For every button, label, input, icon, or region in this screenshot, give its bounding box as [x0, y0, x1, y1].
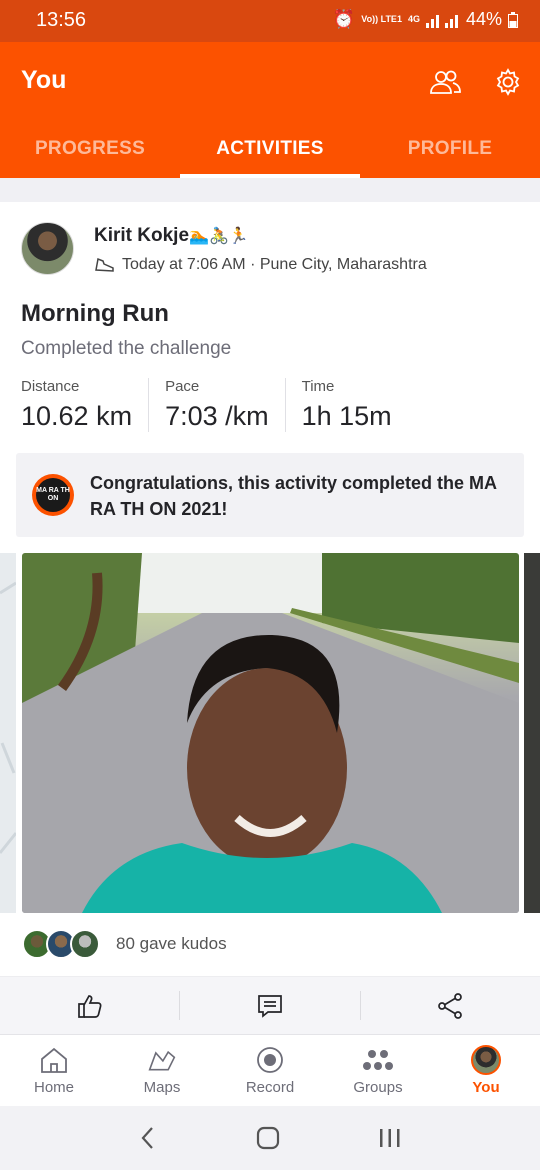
- home-button-icon[interactable]: [255, 1125, 281, 1151]
- map-icon: [147, 1045, 177, 1075]
- tab-bar: PROGRESS ACTIVITIES PROFILE: [0, 128, 540, 178]
- activity-description: Completed the challenge: [21, 338, 232, 359]
- activity-title[interactable]: Morning Run: [21, 300, 169, 328]
- network-label: Vo)) LTE1: [361, 14, 402, 24]
- tab-activities[interactable]: ACTIVITIES: [180, 128, 360, 178]
- tab-progress[interactable]: PROGRESS: [0, 128, 180, 178]
- system-nav-bar: [0, 1106, 540, 1170]
- nav-record[interactable]: Record: [216, 1035, 324, 1106]
- kudos-avatar: [70, 929, 100, 959]
- nav-groups[interactable]: Groups: [324, 1035, 432, 1106]
- gear-icon: [496, 68, 520, 96]
- tab-profile[interactable]: PROFILE: [360, 128, 540, 178]
- record-icon: [255, 1045, 285, 1075]
- recents-icon[interactable]: [378, 1127, 402, 1149]
- page-title: You: [21, 66, 67, 94]
- activity-stats: Distance 10.62 km Pace 7:03 /km Time 1h …: [21, 378, 424, 432]
- challenge-message: Congratulations, this activity completed…: [90, 473, 497, 519]
- activity-actions: [0, 976, 540, 1034]
- feed-divider: [0, 178, 540, 202]
- comment-button[interactable]: [180, 991, 361, 1020]
- athlete-avatar[interactable]: [21, 222, 74, 275]
- stat-time: Time 1h 15m: [301, 378, 392, 431]
- route-map-preview[interactable]: [0, 553, 18, 913]
- nav-home[interactable]: Home: [0, 1035, 108, 1106]
- back-icon[interactable]: [138, 1125, 158, 1151]
- activity-photo[interactable]: [22, 553, 519, 913]
- thumbs-up-icon: [77, 994, 102, 1018]
- athlete-name[interactable]: Kirit Kokje🏊🚴🏃: [94, 225, 249, 247]
- people-icon: [430, 70, 461, 94]
- home-icon: [39, 1045, 69, 1075]
- comment-icon: [258, 994, 282, 1018]
- activity-media-carousel[interactable]: [0, 553, 540, 913]
- status-bar: 13:56 ⏰ Vo)) LTE1 4G 44%: [0, 0, 540, 42]
- status-time: 13:56: [36, 9, 87, 31]
- kudos-button[interactable]: [0, 991, 181, 1020]
- kudos-count: 80 gave kudos: [116, 934, 227, 953]
- kudos-row[interactable]: 80 gave kudos: [22, 929, 227, 959]
- shoe-icon: [95, 257, 114, 272]
- activity-timestamp: Today at 7:06 AM · Pune City, Maharashtr…: [122, 256, 427, 273]
- share-button[interactable]: [361, 991, 540, 1020]
- battery-percent: 44%: [465, 9, 502, 29]
- find-friends-button[interactable]: [425, 62, 465, 102]
- alarm-icon: ⏰: [332, 9, 356, 29]
- activity-card[interactable]: Kirit Kokje🏊🚴🏃 Today at 7:06 AM · Pune C…: [0, 202, 540, 1032]
- network-type: 4G: [407, 14, 420, 24]
- athlete-emoji: 🏊🚴🏃: [189, 228, 249, 245]
- stat-pace: Pace 7:03 /km: [165, 378, 286, 432]
- app-header: You PROGRESS ACTIVITIES PROFILE: [0, 42, 540, 178]
- bottom-nav: Home Maps Record Groups You: [0, 1034, 540, 1106]
- battery-icon: [508, 11, 518, 28]
- challenge-banner[interactable]: MA RA TH ON Congratulations, this activi…: [16, 453, 524, 537]
- settings-button[interactable]: [488, 62, 528, 102]
- share-icon: [438, 992, 463, 1019]
- next-photo-preview[interactable]: [524, 553, 540, 913]
- activity-meta: Today at 7:06 AM · Pune City, Maharashtr…: [94, 256, 427, 274]
- nav-maps[interactable]: Maps: [108, 1035, 216, 1106]
- signal-icon: [425, 14, 458, 28]
- stat-distance: Distance 10.62 km: [21, 378, 150, 432]
- avatar: [471, 1045, 501, 1075]
- challenge-badge: MA RA TH ON: [32, 474, 74, 516]
- nav-you[interactable]: You: [432, 1035, 540, 1106]
- challenge-badge-text: MA RA TH ON: [36, 478, 70, 512]
- groups-icon: [363, 1045, 393, 1075]
